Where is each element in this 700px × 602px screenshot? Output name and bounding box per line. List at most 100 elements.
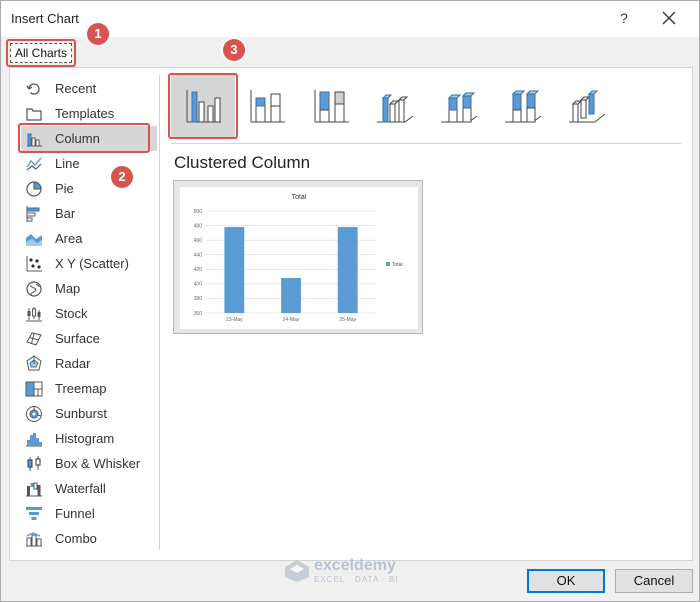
chart-type-sunburst[interactable]: Sunburst: [21, 401, 157, 426]
chart-type-histogram[interactable]: Histogram: [21, 426, 157, 451]
stacked-column-icon: [250, 90, 285, 123]
chart-type-line[interactable]: Line: [21, 151, 157, 176]
chart-type-label: Combo: [55, 531, 97, 546]
chart-type-combo[interactable]: Combo: [21, 526, 157, 551]
subtype-3d-100-stacked-column[interactable]: [491, 75, 555, 137]
3d-clustered-column-icon: [377, 94, 414, 123]
subtype-3d-column[interactable]: [555, 75, 619, 137]
chart-type-label: Histogram: [55, 431, 115, 446]
sunburst-chart-icon: [23, 404, 45, 424]
area-chart-icon: [23, 229, 45, 249]
insert-chart-dialog: Insert Chart ? All Charts Recent Templat…: [0, 0, 700, 602]
x-tick-label: 23-May: [226, 317, 243, 323]
step-badge-2: 2: [111, 166, 133, 188]
waterfall-chart-icon: [23, 479, 45, 499]
chart-type-label: Sunburst: [55, 406, 108, 421]
subtype-3d-clustered-column[interactable]: [363, 75, 427, 137]
subtype-highlight-outline: [168, 73, 238, 139]
watermark-name: exceldemy: [314, 557, 396, 574]
y-tick-label: 480: [194, 223, 203, 229]
chart-type-label: Box & Whisker: [55, 456, 141, 471]
chart-type-map[interactable]: Map: [21, 276, 157, 301]
preview-bar: [224, 227, 245, 313]
column-highlight-outline: [18, 123, 150, 153]
step-badge-1: 1: [87, 23, 109, 45]
watermark-logo: exceldemy EXCEL · DATA · BI: [284, 557, 398, 584]
close-icon: [662, 11, 676, 25]
box-whisker-chart-icon: [23, 454, 45, 474]
y-tick-label: 500: [194, 209, 203, 215]
help-button[interactable]: ?: [613, 7, 635, 29]
stock-chart-icon: [23, 304, 45, 324]
chart-type-label: Bar: [55, 206, 76, 221]
y-tick-label: 360: [194, 311, 203, 317]
x-tick-label: 25-May: [339, 317, 356, 323]
chart-type-waterfall[interactable]: Waterfall: [21, 476, 157, 501]
panel-divider: [159, 75, 160, 550]
subtype-stacked-column[interactable]: [235, 75, 299, 137]
step-badge-3: 3: [223, 39, 245, 61]
y-tick-label: 380: [194, 296, 203, 302]
chart-type-label: Funnel: [55, 506, 95, 521]
chart-type-label: Line: [55, 156, 80, 171]
chart-type-stock[interactable]: Stock: [21, 301, 157, 326]
scatter-chart-icon: [23, 254, 45, 274]
dialog-title: Insert Chart: [11, 11, 79, 26]
legend-swatch: [386, 262, 390, 266]
templates-icon: [23, 104, 45, 124]
map-chart-icon: [23, 279, 45, 299]
cancel-button[interactable]: Cancel: [615, 569, 693, 593]
subtype-divider: [171, 143, 681, 144]
chart-type-label: Map: [55, 281, 81, 296]
chart-type-funnel[interactable]: Funnel: [21, 501, 157, 526]
chart-type-surface[interactable]: Surface: [21, 326, 157, 351]
legend-label: Total: [392, 262, 403, 268]
100-stacked-column-icon: [314, 90, 349, 123]
preview-bar: [281, 278, 301, 313]
pie-chart-icon: [23, 179, 45, 199]
chart-type-label: Area: [55, 231, 83, 246]
chart-type-label: Pie: [55, 181, 74, 196]
3d-column-icon: [569, 90, 606, 123]
preview-bar: [337, 227, 358, 313]
chart-preview: Total 360 380 400 420 440 460 480 500 23-May 24-…: [173, 180, 423, 334]
recent-icon: [23, 79, 45, 99]
3d-100-stacked-column-icon: [505, 90, 542, 123]
y-tick-label: 440: [194, 253, 203, 259]
y-tick-label: 420: [194, 267, 203, 273]
tab-highlight-outline: [6, 39, 76, 67]
close-button[interactable]: [657, 6, 681, 30]
chart-type-radar[interactable]: Radar: [21, 351, 157, 376]
treemap-chart-icon: [23, 379, 45, 399]
ok-button[interactable]: OK: [527, 569, 605, 593]
preview-chart-title: Total: [292, 194, 307, 201]
chart-type-scatter[interactable]: X Y (Scatter): [21, 251, 157, 276]
chart-type-bar[interactable]: Bar: [21, 201, 157, 226]
chart-type-pie[interactable]: Pie: [21, 176, 157, 201]
chart-type-label: Stock: [55, 306, 88, 321]
chart-type-area[interactable]: Area: [21, 226, 157, 251]
chart-subtype-row: [171, 75, 619, 137]
funnel-chart-icon: [23, 504, 45, 524]
exceldemy-logo-icon: [285, 559, 309, 582]
chart-type-label: Templates: [55, 106, 115, 121]
selected-subtype-title: Clustered Column: [174, 153, 311, 172]
x-tick-label: 24-May: [283, 317, 300, 323]
combo-chart-icon: [23, 529, 45, 549]
y-tick-label: 460: [194, 238, 203, 244]
subtype-100-stacked-column[interactable]: [299, 75, 363, 137]
chart-type-label: Recent: [55, 81, 97, 96]
subtype-3d-stacked-column[interactable]: [427, 75, 491, 137]
chart-type-box-whisker[interactable]: Box & Whisker: [21, 451, 157, 476]
chart-type-label: Waterfall: [55, 481, 106, 496]
watermark-tagline: EXCEL · DATA · BI: [314, 575, 399, 584]
radar-chart-icon: [23, 354, 45, 374]
line-chart-icon: [23, 154, 45, 174]
y-tick-label: 400: [194, 282, 203, 288]
histogram-chart-icon: [23, 429, 45, 449]
chart-type-recent[interactable]: Recent: [21, 76, 157, 101]
bar-chart-icon: [23, 204, 45, 224]
chart-type-label: X Y (Scatter): [55, 256, 129, 271]
chart-type-treemap[interactable]: Treemap: [21, 376, 157, 401]
chart-type-label: Surface: [55, 331, 100, 346]
